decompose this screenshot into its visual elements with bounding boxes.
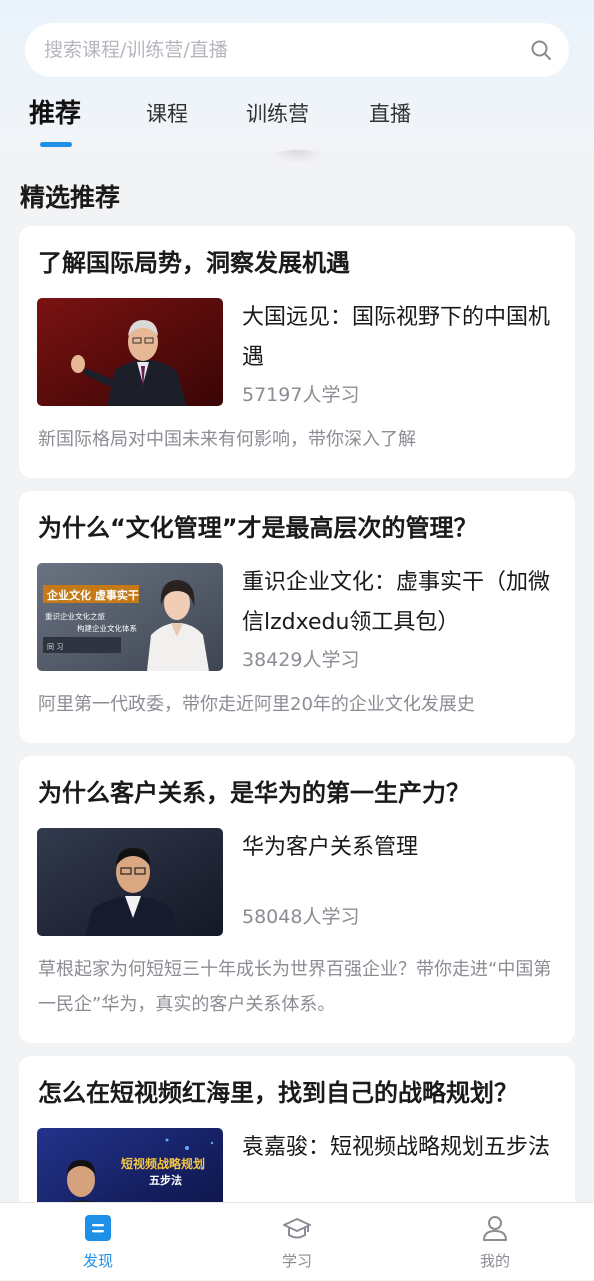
course-card[interactable]: 为什么“文化管理”才是最高层次的管理？ 企业文化 虚事实干 重识企业文化之旅 构… <box>19 491 575 743</box>
nav-study[interactable]: 学习 <box>237 1203 357 1281</box>
course-card[interactable]: 了解国际局势，洞察发展机遇 大国远见：国际视野下的中国机遇 57197人学习 新… <box>19 226 575 478</box>
course-description: 新国际格局对中国未来有何影响，带你深入了解 <box>38 429 416 450</box>
nav-label: 发现 <box>82 1252 113 1270</box>
nav-discover[interactable]: 发现 <box>38 1203 158 1281</box>
thumb-badge-text: 企业文化 虚事实干 <box>46 588 139 602</box>
course-name: 袁嘉骏：短视频战略规划五步法 <box>242 1135 551 1160</box>
course-name: 华为客户关系管理 <box>242 835 419 860</box>
thumb-line2: 五步法 <box>149 1173 182 1187</box>
tab-bootcamp[interactable]: 训练营 <box>246 94 309 134</box>
search-input[interactable]: 搜索课程/训练营/直播 <box>25 23 569 77</box>
graduation-cap-icon <box>283 1218 311 1239</box>
header: 搜索课程/训练营/直播 推荐 课程 训练营 直播 <box>0 0 594 148</box>
thumb-line1: 重识企业文化之旅 <box>45 611 105 621</box>
discover-icon <box>85 1215 111 1241</box>
tab-courses[interactable]: 课程 <box>146 94 188 134</box>
course-thumbnail[interactable]: 企业文化 虚事实干 重识企业文化之旅 构建企业文化体系 同 习 <box>37 563 223 671</box>
nav-profile[interactable]: 我的 <box>435 1203 555 1281</box>
course-thumbnail[interactable] <box>37 828 223 936</box>
user-icon <box>483 1216 507 1241</box>
course-description: 阿里第一代政委，带你走近阿里20年的企业文化发展史 <box>38 694 475 715</box>
course-card[interactable]: 怎么在短视频红海里，找到自己的战略规划？ 短视频战略规划 五步法 袁嘉骏：短视频… <box>19 1056 575 1216</box>
course-description: 草根起家为何短短三十年成长为世界百强企业？带你走进“中国第一民企”华为，真实的客… <box>38 959 552 1015</box>
nav-label: 学习 <box>281 1252 312 1270</box>
card-title: 了解国际局势，洞察发展机遇 <box>38 249 350 277</box>
search-icon[interactable] <box>529 38 553 62</box>
course-card[interactable]: 为什么客户关系，是华为的第一生产力？ 华为客户关系管理 58048人学习 草根起… <box>19 756 575 1043</box>
course-thumbnail[interactable] <box>37 298 223 406</box>
learner-count: 38429人学习 <box>242 649 360 671</box>
card-title: 为什么“文化管理”才是最高层次的管理？ <box>38 514 478 542</box>
section-title: 精选推荐 <box>20 183 121 212</box>
course-name: 重识企业文化：虚事实干（加微信lzdxedu领工具包） <box>242 570 551 635</box>
tab-recommend[interactable]: 推荐 <box>29 94 81 134</box>
card-title: 为什么客户关系，是华为的第一生产力？ <box>38 779 470 807</box>
learner-count: 57197人学习 <box>242 384 360 406</box>
tab-live[interactable]: 直播 <box>369 94 411 134</box>
tab-active-indicator <box>40 142 72 147</box>
bottom-nav: 发现 学习 我的 <box>0 1202 594 1280</box>
card-title: 怎么在短视频红海里，找到自己的战略规划？ <box>38 1079 518 1107</box>
scroll-shadow <box>270 150 324 164</box>
tab-bar: 推荐 课程 训练营 直播 <box>0 92 594 148</box>
thumb-tag: 同 习 <box>47 643 63 651</box>
nav-label: 我的 <box>479 1252 510 1270</box>
thumb-line1: 短视频战略规划 <box>121 1156 205 1171</box>
search-placeholder: 搜索课程/训练营/直播 <box>44 39 228 61</box>
learner-count: 58048人学习 <box>242 906 360 928</box>
thumb-line2: 构建企业文化体系 <box>77 623 137 633</box>
course-name: 大国远见：国际视野下的中国机遇 <box>242 305 551 370</box>
